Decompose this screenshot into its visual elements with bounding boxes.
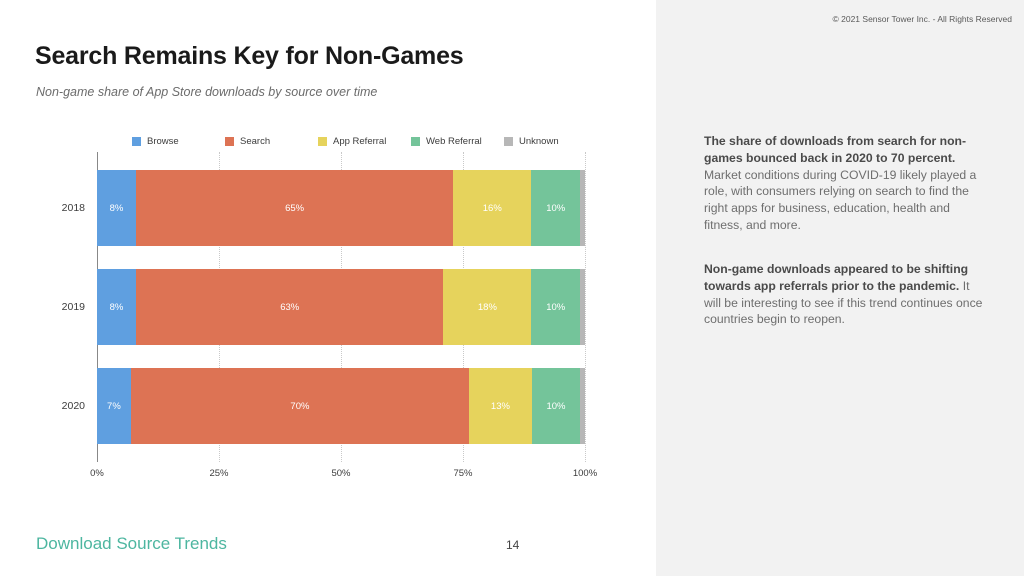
legend-swatch-icon xyxy=(132,137,141,146)
gridline-100 xyxy=(585,152,586,462)
bar-segment-browse[interactable]: 8% xyxy=(97,170,137,246)
bar-segment-value-label: 7% xyxy=(107,400,121,412)
legend-swatch-icon xyxy=(504,137,513,146)
legend-swatch-icon xyxy=(411,137,420,146)
commentary-note-1-lead: The share of downloads from search for n… xyxy=(704,134,967,165)
chart-panel: Search Remains Key for Non-Games Non-gam… xyxy=(0,0,656,576)
bar-segment-value-label: 18% xyxy=(477,301,497,313)
commentary-note-1: The share of downloads from search for n… xyxy=(704,133,984,234)
bar-segment-web-referral[interactable]: 10% xyxy=(531,170,581,246)
footer-section-link[interactable]: Download Source Trends xyxy=(36,534,227,554)
bar-row: 2019 8% 63% 18% 10% xyxy=(62,269,585,345)
x-axis-tick-label: 50% xyxy=(331,468,351,479)
bar-segment-search[interactable]: 63% xyxy=(136,269,444,345)
bar-segment-browse[interactable]: 8% xyxy=(97,269,137,345)
commentary-note-1-body: Market conditions during COVID-19 likely… xyxy=(704,167,977,232)
bar-segment-value-label: 10% xyxy=(546,202,566,214)
legend-item-search[interactable]: Search xyxy=(225,136,318,147)
bar-segment-app-referral[interactable]: 13% xyxy=(469,368,532,444)
x-axis-tick-label: 75% xyxy=(453,468,473,479)
copyright-notice: © 2021 Sensor Tower Inc. - All Rights Re… xyxy=(832,14,1013,24)
commentary-note-2: Non-game downloads appeared to be shifti… xyxy=(704,261,984,328)
legend-label: App Referral xyxy=(333,136,387,147)
x-axis-tick-label: 0% xyxy=(90,468,104,479)
page-subtitle: Non-game share of App Store downloads by… xyxy=(36,85,378,99)
y-axis-tick-label: 2018 xyxy=(61,202,85,214)
bar-segment-value-label: 70% xyxy=(290,400,310,412)
chart-legend: Browse Search App Referral Web Referral Unkn… xyxy=(132,136,597,147)
commentary-panel: © 2021 Sensor Tower Inc. - All Rights Re… xyxy=(656,0,1024,576)
legend-label: Unknown xyxy=(519,136,559,147)
bar-segment-unknown[interactable] xyxy=(580,269,585,345)
bar-segment-search[interactable]: 70% xyxy=(130,368,470,444)
legend-item-app-referral[interactable]: App Referral xyxy=(318,136,411,147)
x-axis: 0% 25% 50% 75% 100% xyxy=(90,468,597,484)
bar-segment-web-referral[interactable]: 10% xyxy=(531,269,581,345)
bar-segment-search[interactable]: 65% xyxy=(136,170,454,246)
bar-segment-value-label: 8% xyxy=(109,301,124,313)
stacked-bar-chart: 2018 8% 65% 16% 10% 2019 8% 63% 18% 10% 2020 7% 70% 1… xyxy=(62,152,586,462)
bar-row: 2018 8% 65% 16% 10% xyxy=(62,170,585,246)
bar-segment-app-referral[interactable]: 16% xyxy=(453,170,532,246)
legend-label: Search xyxy=(240,136,271,147)
bar-segment-value-label: 13% xyxy=(490,400,510,412)
bar-rows: 2018 8% 65% 16% 10% 2019 8% 63% 18% 10% 2020 7% 70% 1… xyxy=(62,152,585,462)
slide: Search Remains Key for Non-Games Non-gam… xyxy=(0,0,1024,576)
x-axis-tick-label: 100% xyxy=(572,468,598,479)
bar-segment-value-label: 63% xyxy=(280,301,300,313)
legend-label: Browse xyxy=(147,136,179,147)
bar-segment-app-referral[interactable]: 18% xyxy=(443,269,532,345)
bar-segment-unknown[interactable] xyxy=(580,368,585,444)
legend-item-unknown[interactable]: Unknown xyxy=(504,136,597,147)
legend-swatch-icon xyxy=(318,137,327,146)
page-number: 14 xyxy=(506,538,520,552)
bar-segment-value-label: 10% xyxy=(546,400,566,412)
legend-item-browse[interactable]: Browse xyxy=(132,136,225,147)
bar-segment-value-label: 16% xyxy=(482,202,502,214)
bar-segment-value-label: 8% xyxy=(109,202,124,214)
legend-item-web-referral[interactable]: Web Referral xyxy=(411,136,504,147)
y-axis-tick-label: 2020 xyxy=(61,400,85,412)
bar-segment-web-referral[interactable]: 10% xyxy=(531,368,581,444)
bar-segment-value-label: 10% xyxy=(546,301,566,313)
y-axis-tick-label: 2019 xyxy=(61,301,85,313)
x-axis-tick-label: 25% xyxy=(209,468,229,479)
legend-label: Web Referral xyxy=(426,136,482,147)
bar-segment-unknown[interactable] xyxy=(580,170,585,246)
bar-segment-browse[interactable]: 7% xyxy=(97,368,131,444)
page-title: Search Remains Key for Non-Games xyxy=(35,42,464,70)
bar-segment-value-label: 65% xyxy=(285,202,305,214)
legend-swatch-icon xyxy=(225,137,234,146)
commentary-note-2-lead: Non-game downloads appeared to be shifti… xyxy=(704,262,969,293)
bar-row: 2020 7% 70% 13% 10% xyxy=(62,368,585,444)
